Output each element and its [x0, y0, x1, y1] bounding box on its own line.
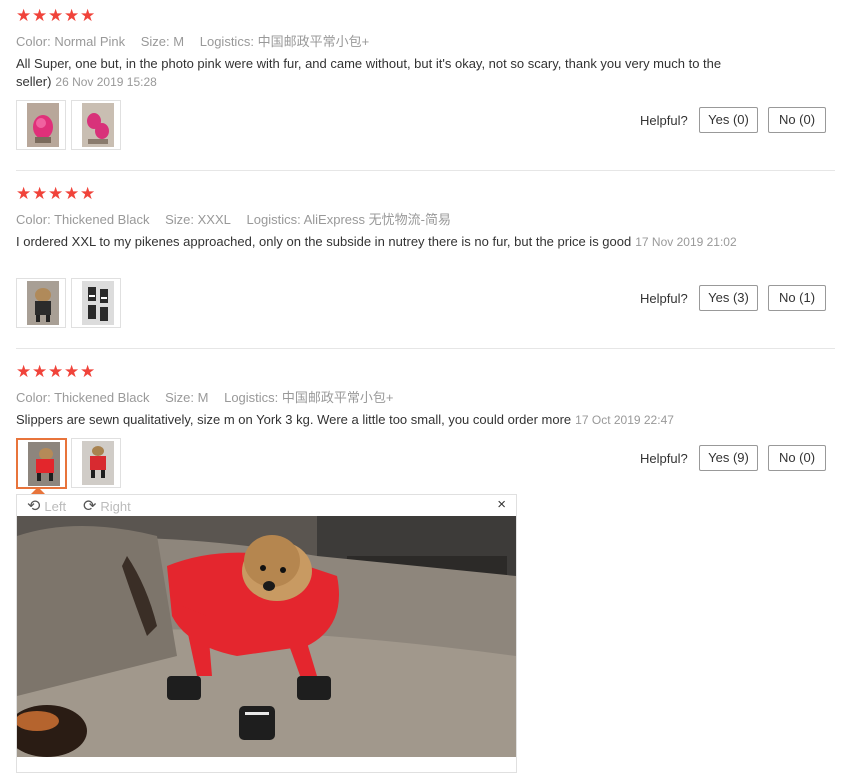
- star-icon: ★: [48, 6, 64, 25]
- helpful-label: Helpful?: [640, 291, 688, 306]
- rotate-right-label: Right: [100, 499, 131, 514]
- size-label: Size:: [165, 390, 194, 405]
- star-icon: ★: [48, 362, 64, 381]
- helpful-yes-button[interactable]: Yes (0): [699, 107, 758, 133]
- star-icon: ★: [16, 6, 32, 25]
- size-value: M: [197, 390, 209, 405]
- review-photo-thumbnail[interactable]: [16, 438, 67, 489]
- viewer-pointer: [31, 487, 45, 494]
- star-icon: ★: [16, 362, 32, 381]
- review-date: 26 Nov 2019 15:28: [55, 75, 157, 89]
- size-label: Size:: [140, 34, 170, 49]
- photo-dog-red-suit: [82, 441, 114, 485]
- review-text: I ordered XXL to my pikenes approached, …: [16, 233, 746, 251]
- color-value: Thickened Black: [54, 212, 150, 227]
- rating-stars: ★★★★★: [16, 184, 96, 204]
- star-icon: ★: [32, 6, 48, 25]
- logistics-label: Logistics:: [246, 212, 301, 227]
- review-body: I ordered XXL to my pikenes approached, …: [16, 234, 632, 249]
- photo-pink-slippers: [27, 103, 59, 147]
- close-icon[interactable]: ×: [497, 496, 506, 513]
- review-attributes: Color: Thickened Black Size: M Logistics…: [16, 387, 406, 406]
- review-body: Slippers are sewn qualitatively, size m …: [16, 412, 572, 427]
- review-photo-thumbnail[interactable]: [16, 100, 66, 150]
- review-photo-thumbnail[interactable]: [16, 278, 66, 328]
- star-icon: ★: [32, 362, 48, 381]
- rotate-left-icon: ⟲: [27, 498, 41, 515]
- star-icon: ★: [80, 6, 96, 25]
- review-photo-thumbnail[interactable]: [71, 100, 121, 150]
- helpful-voting: Helpful? Yes (3) No (1): [629, 285, 829, 313]
- review-photo-thumbnail[interactable]: [71, 278, 121, 328]
- star-icon: ★: [64, 184, 80, 203]
- star-icon: ★: [16, 184, 32, 203]
- rating-stars: ★★★★★: [16, 6, 96, 26]
- rotate-right-button[interactable]: ⟳ Right: [83, 496, 131, 516]
- photo-black-boots: [82, 281, 114, 325]
- review-attributes: Color: Thickened Black Size: XXXL Logist…: [16, 209, 463, 228]
- star-icon: ★: [64, 362, 80, 381]
- viewer-photo: [17, 516, 516, 757]
- review-item: ★★★★★ Color: Normal Pink Size: M Logisti…: [16, 6, 835, 171]
- rotate-right-icon: ⟳: [83, 498, 97, 515]
- review-text: All Super, one but, in the photo pink we…: [16, 55, 746, 91]
- color-label: Color:: [16, 34, 51, 49]
- rating-stars: ★★★★★: [16, 362, 96, 382]
- color-value: Normal Pink: [54, 34, 126, 49]
- color-value: Thickened Black: [54, 390, 150, 405]
- logistics-label: Logistics:: [224, 390, 279, 405]
- logistics-value: 中国邮政平常小包+: [281, 390, 394, 405]
- helpful-no-button[interactable]: No (0): [768, 107, 826, 133]
- star-icon: ★: [64, 6, 80, 25]
- star-icon: ★: [48, 184, 64, 203]
- color-label: Color:: [16, 390, 51, 405]
- rotate-left-label: Left: [44, 499, 67, 514]
- photo-pink-slippers: [82, 103, 114, 147]
- review-date: 17 Oct 2019 22:47: [575, 413, 674, 427]
- photo-dog-red-suit-on-chair: [17, 516, 516, 757]
- logistics-value: AliExpress 无忧物流-简易: [303, 212, 451, 227]
- size-value: XXXL: [197, 212, 231, 227]
- review-text: Slippers are sewn qualitatively, size m …: [16, 411, 746, 429]
- star-icon: ★: [32, 184, 48, 203]
- helpful-voting: Helpful? Yes (0) No (0): [629, 107, 829, 135]
- helpful-yes-button[interactable]: Yes (3): [699, 285, 758, 311]
- viewer-toolbar: ⟲ Left ⟳ Right ×: [17, 495, 516, 515]
- rotate-left-button[interactable]: ⟲ Left: [27, 496, 66, 516]
- logistics-label: Logistics:: [199, 34, 254, 49]
- size-label: Size:: [165, 212, 194, 227]
- photo-dog-black-suit: [27, 281, 59, 325]
- star-icon: ★: [80, 362, 96, 381]
- helpful-voting: Helpful? Yes (9) No (0): [629, 445, 829, 473]
- helpful-yes-button[interactable]: Yes (9): [699, 445, 758, 471]
- helpful-label: Helpful?: [640, 113, 688, 128]
- photo-viewer: ⟲ Left ⟳ Right ×: [16, 487, 517, 773]
- size-value: M: [173, 34, 185, 49]
- star-icon: ★: [80, 184, 96, 203]
- helpful-label: Helpful?: [640, 451, 688, 466]
- review-item: ★★★★★ Color: Thickened Black Size: XXXL …: [16, 184, 835, 349]
- helpful-no-button[interactable]: No (1): [768, 285, 826, 311]
- color-label: Color:: [16, 212, 51, 227]
- review-photo-thumbnail[interactable]: [71, 438, 121, 488]
- logistics-value: 中国邮政平常小包+: [257, 34, 370, 49]
- review-attributes: Color: Normal Pink Size: M Logistics: 中国…: [16, 31, 381, 50]
- review-date: 17 Nov 2019 21:02: [635, 235, 737, 249]
- helpful-no-button[interactable]: No (0): [768, 445, 826, 471]
- photo-dog-red-suit: [28, 442, 60, 486]
